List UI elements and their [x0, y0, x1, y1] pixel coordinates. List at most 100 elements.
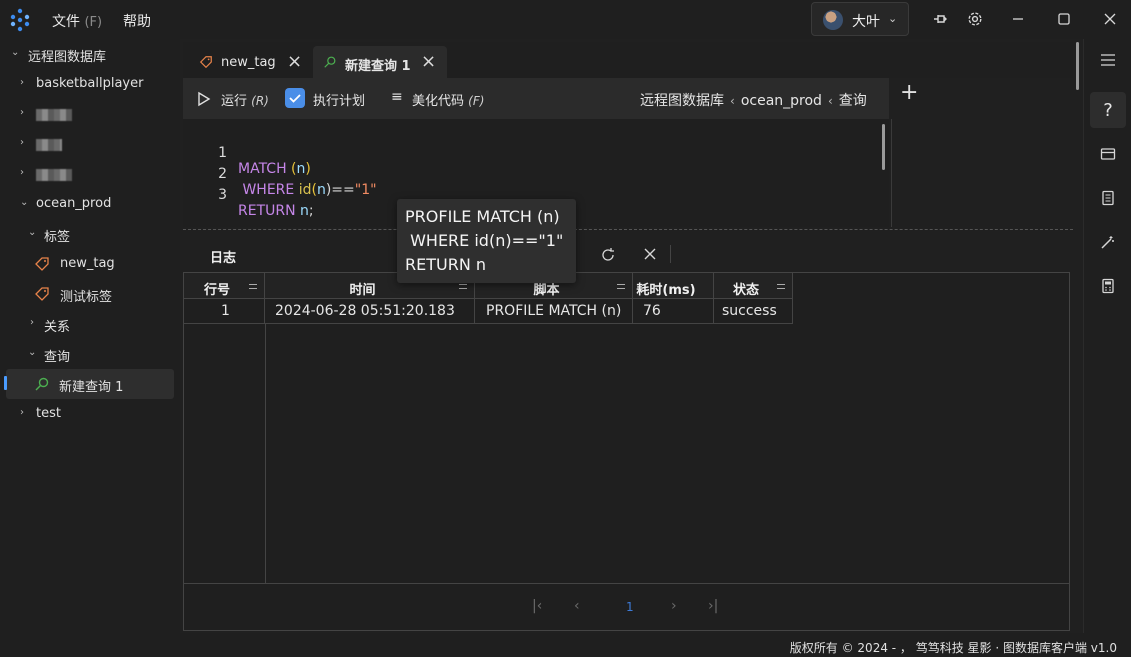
breadcrumb-item[interactable]: 查询	[839, 93, 867, 109]
menu-file[interactable]: 文件 (F)	[52, 11, 102, 31]
clear-icon[interactable]	[643, 247, 657, 261]
chevron-right-icon: ›	[20, 407, 24, 418]
chevron-down-icon: ⌄	[20, 197, 29, 208]
user-name: 大叶	[852, 14, 880, 30]
cell: success	[714, 299, 793, 324]
chevron-right-icon: ›	[20, 167, 24, 178]
check-icon	[289, 94, 301, 103]
card-icon[interactable]	[1084, 136, 1131, 172]
chevron-right-icon: ›	[20, 107, 24, 118]
code-line: 3 RETURN n;	[218, 187, 314, 219]
tree-item-new-query[interactable]: 新建查询 1	[6, 369, 174, 399]
code-line: 2 WHERE id(n)=="1"	[218, 166, 377, 198]
breadcrumb-item[interactable]: 远程图数据库	[640, 93, 724, 109]
column-header[interactable]: 耗时(ms)	[633, 273, 714, 299]
selection-indicator	[4, 376, 7, 390]
beautify-button[interactable]: 美化代码 (F)	[412, 90, 484, 109]
list-icon: ≡	[391, 89, 403, 105]
breadcrumb: 远程图数据库 ‹ ocean_prod ‹ 查询	[640, 93, 867, 109]
tree-root[interactable]: ⌄ 远程图数据库	[0, 39, 180, 69]
editor-scrollbar[interactable]	[882, 124, 885, 170]
search-icon	[35, 377, 49, 391]
column-menu-icon	[617, 284, 625, 289]
copyright-text: 版权所有 © 2024 - ， 笃笃科技 星影 · 图数据库客户端 v1.0	[789, 641, 1117, 655]
column-divider	[265, 324, 266, 583]
status-bar: 版权所有 © 2024 - ， 笃笃科技 星影 · 图数据库客户端 v1.0	[0, 633, 1131, 657]
column-menu-icon	[249, 284, 257, 289]
close-icon[interactable]	[1099, 8, 1121, 30]
chevron-right-icon: ›	[30, 317, 34, 328]
log-header: 日志	[190, 237, 1073, 271]
plan-label[interactable]: 执行计划	[313, 90, 365, 109]
editor-toolbar: 运行 (R) 执行计划 ≡ 美化代码 (F) 远程图数据库 ‹ ocean_prod…	[183, 78, 889, 119]
plan-checkbox[interactable]	[285, 88, 305, 108]
next-page-icon[interactable]: ›	[671, 598, 677, 614]
column-menu-icon	[777, 284, 785, 289]
chevron-right-icon: ›	[20, 137, 24, 148]
tag-icon	[35, 257, 49, 271]
blurred-label	[36, 139, 62, 151]
code-line: 1 MATCH (n)	[218, 145, 311, 177]
tree-item-ocean-prod[interactable]: ⌄ ocean_prod	[0, 189, 180, 219]
log-title: 日志	[210, 251, 237, 266]
pagination: |‹ ‹ 1 › ›|	[184, 583, 1069, 631]
tag-icon	[199, 56, 212, 69]
prev-page-icon[interactable]: ‹	[574, 598, 580, 614]
user-menu[interactable]: 大叶 ⌄	[811, 2, 909, 36]
gear-icon[interactable]	[964, 8, 986, 30]
cell: PROFILE MATCH (n)	[475, 299, 633, 324]
chevron-down-icon: ⌄	[28, 347, 37, 358]
column-menu-icon	[459, 284, 467, 289]
tree-item-queries[interactable]: ⌄ 查询	[0, 339, 180, 369]
tree-item-tags[interactable]: ⌄ 标签	[0, 219, 180, 249]
blurred-label	[36, 109, 72, 121]
tree-item-basketballplayer[interactable]: › basketballplayer	[0, 69, 180, 99]
title-bar: 文件 (F) 帮助 大叶 ⌄	[0, 0, 1131, 39]
chevron-down-icon: ⌄	[888, 12, 898, 25]
cell: 1	[184, 299, 265, 324]
help-icon[interactable]: ?	[1090, 92, 1126, 128]
tree-item-blurred[interactable]: ›	[0, 99, 180, 129]
minimize-icon[interactable]	[1007, 8, 1029, 30]
current-page[interactable]: 1	[626, 600, 634, 614]
tab-close-icon[interactable]: ×	[421, 51, 436, 72]
tree-item-edges[interactable]: › 关系	[0, 309, 180, 339]
breadcrumb-item[interactable]: ocean_prod	[741, 93, 822, 109]
tab-close-icon[interactable]: ×	[287, 51, 302, 72]
add-tab-icon[interactable]: +	[900, 80, 918, 105]
avatar	[823, 10, 843, 30]
chevron-down-icon: ⌄	[11, 47, 20, 58]
tree-item-new-tag[interactable]: new_tag	[0, 249, 180, 279]
right-rail: ?	[1083, 39, 1131, 633]
log-table: 行号 时间 脚本 耗时(ms) 状态 1 2024-06-28 05:51:20…	[184, 273, 1069, 583]
tree-item-test-tag[interactable]: 测试标签	[0, 279, 180, 309]
document-icon[interactable]	[1084, 180, 1131, 216]
tab-new-tag[interactable]: new_tag ×	[185, 46, 311, 78]
sidebar-tree: ⌄ 远程图数据库 › basketballplayer › › › ⌄ ocea…	[0, 39, 180, 633]
cell: 2024-06-28 05:51:20.183	[265, 299, 475, 324]
tree-item-test[interactable]: › test	[0, 399, 180, 429]
menu-help[interactable]: 帮助	[123, 11, 151, 31]
tree-item-blurred[interactable]: ›	[0, 159, 180, 189]
blurred-label	[36, 169, 72, 181]
tab-bar: new_tag × 新建查询 1 ×	[183, 42, 1073, 78]
column-header[interactable]: 状态	[714, 273, 793, 299]
refresh-icon[interactable]	[600, 247, 616, 263]
play-icon	[198, 91, 211, 107]
panel-scrollbar[interactable]	[1076, 42, 1079, 90]
chevron-right-icon: ›	[20, 77, 24, 88]
divider	[670, 245, 671, 263]
splitter[interactable]	[183, 229, 1073, 230]
magic-wand-icon[interactable]	[1084, 224, 1131, 260]
column-header[interactable]: 行号	[184, 273, 265, 299]
menu-icon[interactable]	[1084, 42, 1131, 78]
chevron-down-icon: ⌄	[28, 227, 37, 238]
first-page-icon[interactable]: |‹	[532, 598, 542, 614]
tree-item-blurred[interactable]: ›	[0, 129, 180, 159]
run-button[interactable]: 运行 (R)	[221, 90, 269, 109]
tab-new-query[interactable]: 新建查询 1 ×	[313, 46, 447, 78]
maximize-icon[interactable]	[1053, 8, 1075, 30]
pin-icon[interactable]	[929, 8, 951, 30]
calculator-icon[interactable]	[1084, 268, 1131, 304]
last-page-icon[interactable]: ›|	[708, 598, 718, 614]
